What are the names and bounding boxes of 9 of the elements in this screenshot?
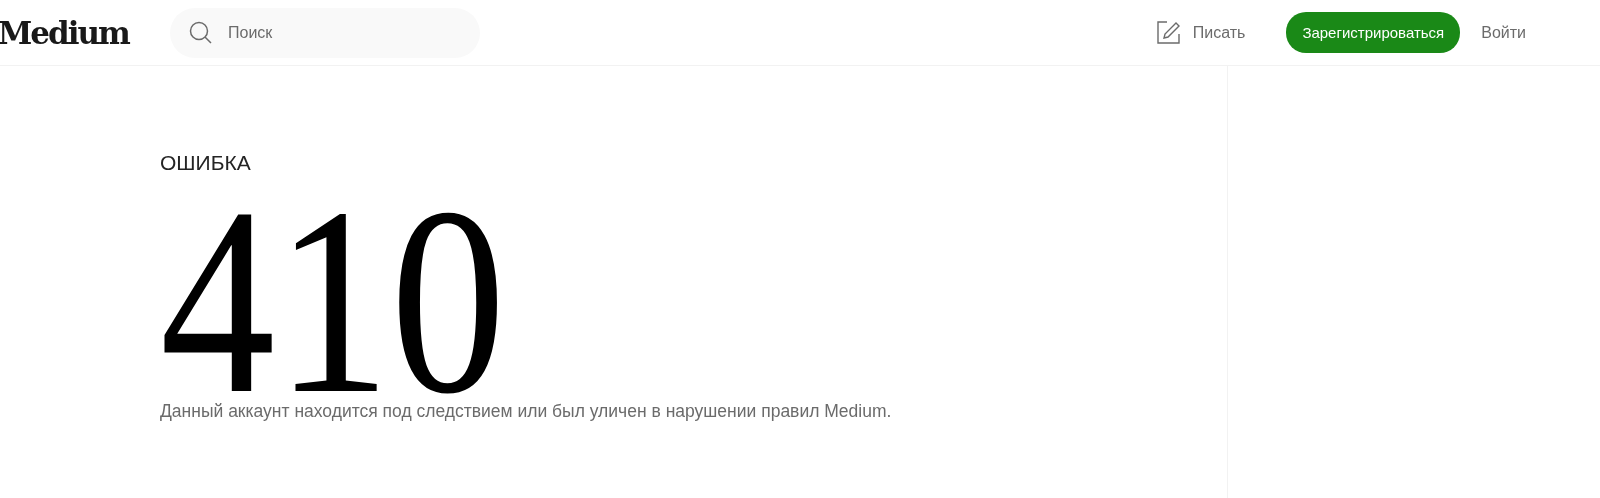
search-field[interactable]: Поиск bbox=[170, 7, 480, 58]
pencil-icon bbox=[1154, 19, 1181, 46]
signup-button[interactable]: Зарегистрироваться bbox=[1286, 12, 1461, 53]
logo[interactable]: Medium bbox=[0, 14, 170, 51]
write-link[interactable]: Писать bbox=[1154, 19, 1246, 46]
error-code: 410 bbox=[160, 201, 506, 401]
error-message: Данный аккаунт находится под следствием или был уличен в нарушении правил Medium. bbox=[160, 401, 892, 421]
signin-link[interactable]: Войти bbox=[1481, 23, 1526, 42]
error-label: ОШИБКА bbox=[160, 151, 251, 174]
